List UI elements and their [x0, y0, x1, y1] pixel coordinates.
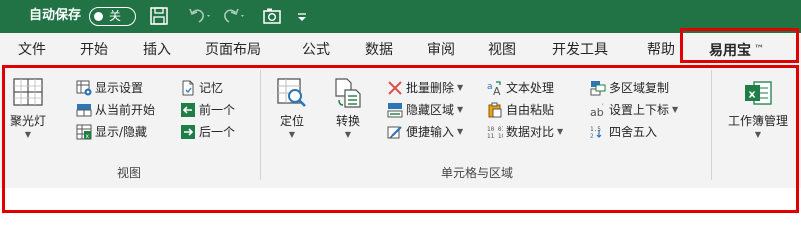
redo-icon[interactable]: [221, 6, 247, 27]
tab-formulas[interactable]: 公式: [302, 40, 330, 60]
tab-file[interactable]: 文件: [18, 40, 46, 60]
tab-data[interactable]: 数据: [365, 40, 393, 60]
tab-highlight-frame: [680, 28, 799, 63]
tab-review[interactable]: 审阅: [427, 40, 455, 60]
save-icon[interactable]: [149, 6, 169, 27]
autosave-state: 关: [109, 9, 122, 23]
tab-view[interactable]: 视图: [488, 40, 516, 60]
camera-icon[interactable]: [262, 6, 282, 27]
autosave-toggle[interactable]: 关: [89, 7, 136, 26]
toggle-knob: [94, 12, 103, 21]
tab-insert[interactable]: 插入: [143, 40, 171, 60]
tab-page-layout[interactable]: 页面布局: [205, 40, 261, 60]
undo-icon[interactable]: [187, 6, 213, 27]
ribbon-highlight-frame: [2, 65, 799, 213]
customize-qat-icon[interactable]: [296, 6, 308, 27]
tab-developer[interactable]: 开发工具: [552, 40, 608, 60]
tab-home[interactable]: 开始: [80, 40, 108, 60]
autosave-label: 自动保存: [29, 8, 82, 23]
tab-help[interactable]: 帮助: [647, 40, 675, 60]
